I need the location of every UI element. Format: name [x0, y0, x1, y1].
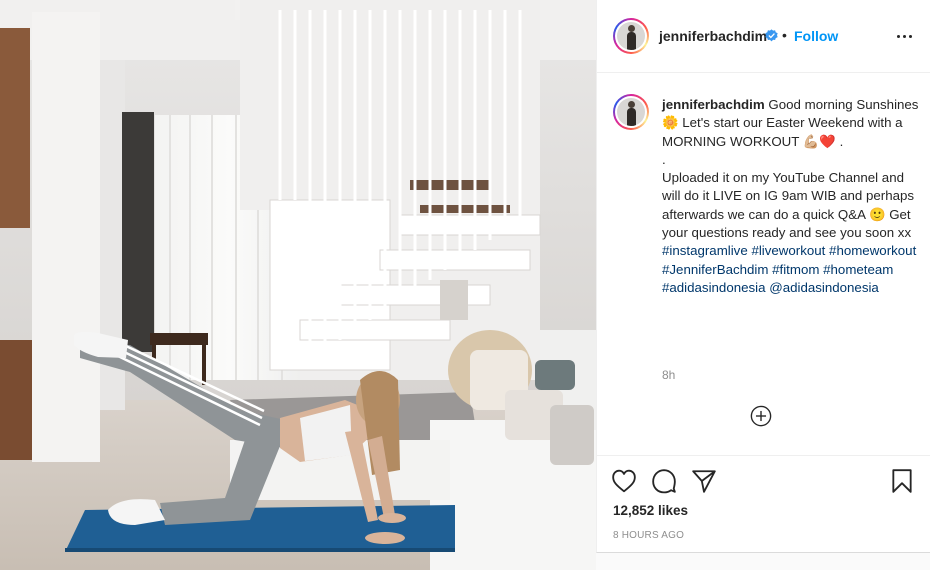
bookmark-icon[interactable] — [889, 468, 915, 494]
header-separator: • — [782, 27, 787, 43]
hashtag-link[interactable]: #homeworkout — [829, 243, 916, 258]
hashtag-link[interactable]: #liveworkout — [751, 243, 825, 258]
caption-line-3: Uploaded it on my YouTube Channel and wi… — [662, 169, 920, 297]
mention-link[interactable]: @adidasindonesia — [769, 280, 879, 295]
follow-button[interactable]: Follow — [794, 28, 838, 44]
post-caption: jenniferbachdim Good morning Sunshines 🌼… — [662, 96, 920, 297]
hashtag-link[interactable]: #adidasindonesia — [662, 280, 766, 295]
post-header: jenniferbachdim • Follow — [597, 0, 930, 73]
caption-username[interactable]: jenniferbachdim — [662, 97, 765, 112]
post-image[interactable] — [0, 0, 596, 570]
post-time-ago[interactable]: 8 HOURS AGO — [613, 530, 684, 541]
hashtag-link[interactable]: #instagramlive — [662, 243, 748, 258]
caption-timestamp[interactable]: 8h — [662, 368, 675, 382]
plus-circle-icon[interactable] — [750, 405, 772, 427]
hashtag-link[interactable]: #fitmom — [772, 262, 819, 277]
post-details-panel: jenniferbachdim • Follow jenniferbachdim… — [596, 0, 930, 553]
hashtag-link[interactable]: #JenniferBachdim — [662, 262, 768, 277]
workout-photo — [0, 0, 596, 570]
caption-text-3: Uploaded it on my YouTube Channel and wi… — [662, 170, 915, 241]
heart-icon[interactable] — [611, 468, 637, 494]
post-actions: 12,852 likes 8 HOURS AGO — [597, 455, 930, 553]
caption-avatar[interactable] — [613, 94, 649, 130]
caption-line-2: . — [662, 151, 666, 167]
comment-icon[interactable] — [651, 468, 677, 494]
hashtag-link[interactable]: #hometeam — [823, 262, 893, 277]
caption-line-1: jenniferbachdim Good morning Sunshines 🌼… — [662, 96, 920, 151]
author-avatar[interactable] — [613, 18, 649, 54]
more-options-icon[interactable] — [895, 26, 915, 46]
likes-count[interactable]: 12,852 likes — [613, 503, 688, 518]
verified-badge-icon — [765, 29, 778, 42]
author-username[interactable]: jenniferbachdim — [659, 28, 767, 44]
paper-plane-icon[interactable] — [691, 468, 717, 494]
